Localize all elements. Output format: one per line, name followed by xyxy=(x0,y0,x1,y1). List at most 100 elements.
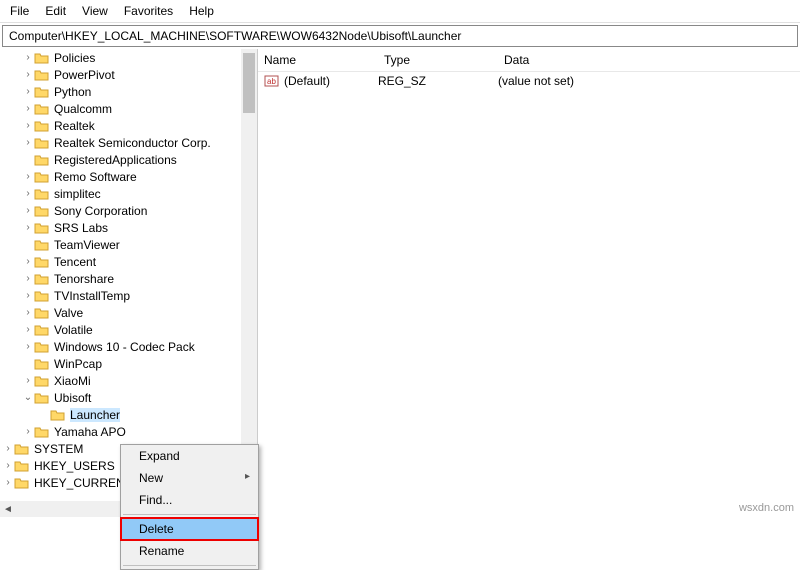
menu-favorites[interactable]: Favorites xyxy=(118,2,179,20)
tree-item-label: Sony Corporation xyxy=(54,204,147,218)
chevron-down-icon[interactable]: ⌄ xyxy=(22,392,34,403)
tree-item[interactable]: › Python xyxy=(0,83,257,100)
chevron-right-icon[interactable]: › xyxy=(22,273,34,284)
address-bar[interactable]: Computer\HKEY_LOCAL_MACHINE\SOFTWARE\WOW… xyxy=(2,25,798,47)
tree-item-label: Policies xyxy=(54,51,95,65)
tree-item[interactable]: ⌄ Ubisoft xyxy=(0,389,257,406)
tree-item[interactable]: ›SRS Labs xyxy=(0,219,257,236)
folder-icon xyxy=(34,102,50,116)
tree-item[interactable]: › Policies xyxy=(0,49,257,66)
chevron-right-icon[interactable]: › xyxy=(22,188,34,199)
chevron-right-icon[interactable]: › xyxy=(2,477,14,488)
chevron-right-icon[interactable]: › xyxy=(2,460,14,471)
tree-item[interactable]: › Yamaha APO xyxy=(0,423,257,440)
tree-item[interactable]: › Sony Corporation xyxy=(0,202,257,219)
tree-item-label: Realtek Semiconductor Corp. xyxy=(54,136,211,150)
chevron-right-icon[interactable]: › xyxy=(22,426,34,437)
chevron-right-icon[interactable]: › xyxy=(22,222,34,233)
tree-item-label: Python xyxy=(54,85,91,99)
menu-view[interactable]: View xyxy=(76,2,114,20)
folder-icon xyxy=(34,136,50,150)
chevron-right-icon[interactable]: › xyxy=(22,256,34,267)
tree-item[interactable]: TeamViewer xyxy=(0,236,257,253)
folder-icon xyxy=(34,391,50,405)
ctx-expand[interactable]: Expand xyxy=(121,445,258,467)
tree-item-label: TeamViewer xyxy=(54,238,120,252)
tree-item[interactable]: Launcher xyxy=(0,406,257,423)
tree-item[interactable]: RegisteredApplications xyxy=(0,151,257,168)
value-name: (Default) xyxy=(284,74,330,88)
folder-icon xyxy=(34,221,50,235)
tree-item[interactable]: › Tenorshare xyxy=(0,270,257,287)
tree-item[interactable]: ›Realtek xyxy=(0,117,257,134)
ctx-delete[interactable]: Delete xyxy=(121,518,258,540)
svg-text:ab: ab xyxy=(267,77,276,86)
folder-icon xyxy=(34,238,50,252)
chevron-right-icon[interactable]: › xyxy=(22,137,34,148)
folder-icon xyxy=(34,204,50,218)
chevron-right-icon[interactable]: › xyxy=(2,443,14,454)
tree-item[interactable]: ›simplitec xyxy=(0,185,257,202)
tree-item[interactable]: › TVInstallTemp xyxy=(0,287,257,304)
col-header-name[interactable]: Name xyxy=(258,49,378,71)
ctx-find[interactable]: Find... xyxy=(121,489,258,511)
folder-icon xyxy=(34,119,50,133)
menu-edit[interactable]: Edit xyxy=(39,2,72,20)
value-data: (value not set) xyxy=(498,74,800,88)
tree-item-label: TVInstallTemp xyxy=(54,289,130,303)
chevron-right-icon[interactable]: › xyxy=(22,205,34,216)
tree-item[interactable]: ›Valve xyxy=(0,304,257,321)
tree-item[interactable]: › Tencent xyxy=(0,253,257,270)
tree-item-label: PowerPivot xyxy=(54,68,115,82)
scroll-left-icon[interactable]: ◄ xyxy=(0,504,16,515)
chevron-right-icon[interactable]: › xyxy=(22,290,34,301)
folder-icon xyxy=(34,340,50,354)
folder-icon xyxy=(14,476,30,490)
folder-icon xyxy=(34,425,50,439)
ctx-rename[interactable]: Rename xyxy=(121,540,258,562)
tree-item-label: Yamaha APO xyxy=(54,425,126,439)
menubar: File Edit View Favorites Help xyxy=(0,0,800,23)
folder-icon xyxy=(14,459,30,473)
chevron-right-icon[interactable]: › xyxy=(22,103,34,114)
chevron-right-icon[interactable]: › xyxy=(22,307,34,318)
folder-icon xyxy=(50,408,66,422)
tree-item[interactable]: › Windows 10 - Codec Pack xyxy=(0,338,257,355)
tree-item-label: Launcher xyxy=(70,408,120,422)
tree-item[interactable]: › PowerPivot xyxy=(0,66,257,83)
col-header-data[interactable]: Data xyxy=(498,49,800,71)
tree-item-label: Tencent xyxy=(54,255,96,269)
tree-item[interactable]: ›Remo Software xyxy=(0,168,257,185)
chevron-right-icon[interactable]: › xyxy=(22,52,34,63)
tree-item[interactable]: › Realtek Semiconductor Corp. xyxy=(0,134,257,151)
scrollbar-thumb[interactable] xyxy=(243,53,255,113)
tree-item[interactable]: ›XiaoMi xyxy=(0,372,257,389)
tree-item-label: Windows 10 - Codec Pack xyxy=(54,340,195,354)
chevron-right-icon[interactable]: › xyxy=(22,171,34,182)
tree-item[interactable]: ›Qualcomm xyxy=(0,100,257,117)
menu-file[interactable]: File xyxy=(4,2,35,20)
tree-item-label: Ubisoft xyxy=(54,391,91,405)
tree-item-label: HKEY_USERS xyxy=(34,459,115,473)
value-type: REG_SZ xyxy=(378,74,498,88)
chevron-right-icon[interactable]: › xyxy=(22,324,34,335)
chevron-right-icon[interactable]: › xyxy=(22,86,34,97)
folder-icon xyxy=(34,255,50,269)
tree-item-label: SYSTEM xyxy=(34,442,83,456)
chevron-right-icon[interactable]: › xyxy=(22,69,34,80)
menu-help[interactable]: Help xyxy=(183,2,220,20)
chevron-right-icon[interactable]: › xyxy=(22,375,34,386)
chevron-right-icon[interactable]: › xyxy=(22,120,34,131)
tree-item[interactable]: ›Volatile xyxy=(0,321,257,338)
col-header-type[interactable]: Type xyxy=(378,49,498,71)
chevron-right-icon[interactable]: › xyxy=(22,341,34,352)
tree-item-label: Tenorshare xyxy=(54,272,114,286)
values-pane[interactable]: Name Type Data ab (Default) REG_SZ (valu… xyxy=(258,49,800,517)
ctx-new[interactable]: New xyxy=(121,467,258,489)
folder-icon xyxy=(34,323,50,337)
string-value-icon: ab xyxy=(264,74,280,88)
folder-icon xyxy=(34,306,50,320)
tree-item[interactable]: WinPcap xyxy=(0,355,257,372)
value-row[interactable]: ab (Default) REG_SZ (value not set) xyxy=(258,72,800,90)
values-header: Name Type Data xyxy=(258,49,800,72)
